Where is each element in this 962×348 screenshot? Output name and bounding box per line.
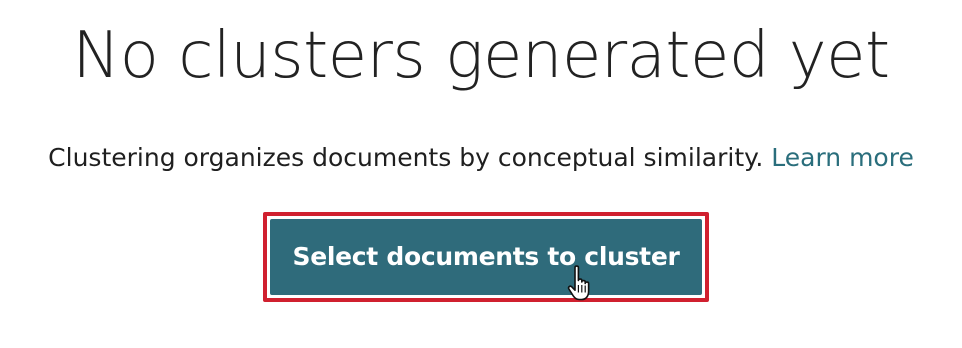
empty-state-panel: No clusters generated yet Clustering org… xyxy=(0,0,962,348)
learn-more-link[interactable]: Learn more xyxy=(771,143,914,172)
empty-state-description-line: Clustering organizes documents by concep… xyxy=(0,140,962,176)
hand-pointer-icon xyxy=(567,265,590,301)
empty-state-description: Clustering organizes documents by concep… xyxy=(48,143,764,172)
empty-state-heading: No clusters generated yet xyxy=(72,19,890,93)
select-documents-button[interactable]: Select documents to cluster xyxy=(270,219,702,295)
